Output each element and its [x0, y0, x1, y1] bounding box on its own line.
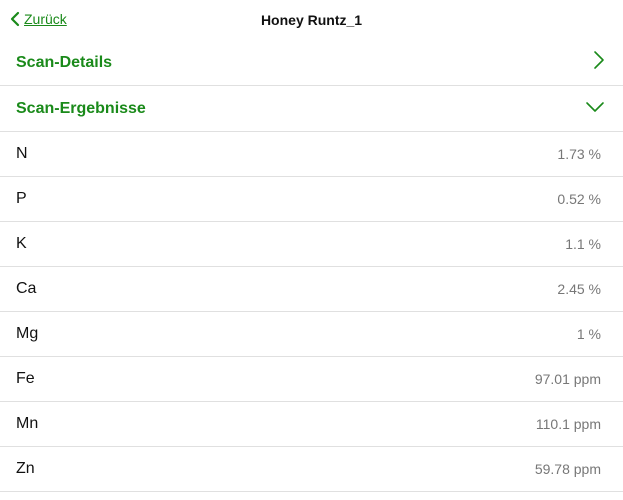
- result-row-k: K 1.1 %: [0, 222, 623, 267]
- result-label: N: [16, 145, 28, 162]
- result-label: Ca: [16, 280, 37, 297]
- result-value: 1.73 %: [557, 146, 601, 162]
- result-row-n: N 1.73 %: [0, 132, 623, 177]
- scan-details-section[interactable]: Scan-Details: [0, 40, 623, 86]
- result-row-p: P 0.52 %: [0, 177, 623, 222]
- result-value: 1 %: [576, 326, 601, 342]
- result-row-fe: Fe 97.01 ppm: [0, 357, 623, 402]
- result-label: Mn: [16, 415, 39, 432]
- result-label: Zn: [16, 460, 35, 477]
- result-value: 97.01 ppm: [534, 371, 601, 387]
- result-row-mg: Mg 1 %: [0, 312, 623, 357]
- scan-results-section[interactable]: Scan-Ergebnisse: [0, 86, 623, 132]
- result-label: Fe: [16, 370, 35, 387]
- scan-results-label: Scan-Ergebnisse: [16, 99, 146, 117]
- result-row-zn: Zn 59.78 ppm: [0, 447, 623, 492]
- result-value: 0.52 %: [557, 191, 601, 207]
- result-label: P: [16, 190, 27, 207]
- result-row-mn: Mn 110.1 ppm: [0, 402, 623, 447]
- navigation-bar: Zurück Honey Runtz_1: [0, 0, 623, 40]
- results-list: N 1.73 % P 0.52 % K 1.1 % Ca 2.45 % Mg 1…: [0, 132, 623, 492]
- scan-details-label: Scan-Details: [16, 53, 113, 71]
- result-row-ca: Ca 2.45 %: [0, 267, 623, 312]
- result-value: 2.45 %: [557, 281, 601, 297]
- chevron-right-icon: [593, 50, 605, 75]
- result-value: 59.78 ppm: [534, 461, 601, 477]
- result-value: 1.1 %: [565, 236, 601, 252]
- result-value: 110.1 ppm: [535, 416, 601, 432]
- page-title: Honey Runtz_1: [260, 12, 363, 28]
- result-label: K: [16, 235, 27, 252]
- chevron-down-icon: [585, 100, 605, 118]
- result-label: Mg: [16, 325, 39, 342]
